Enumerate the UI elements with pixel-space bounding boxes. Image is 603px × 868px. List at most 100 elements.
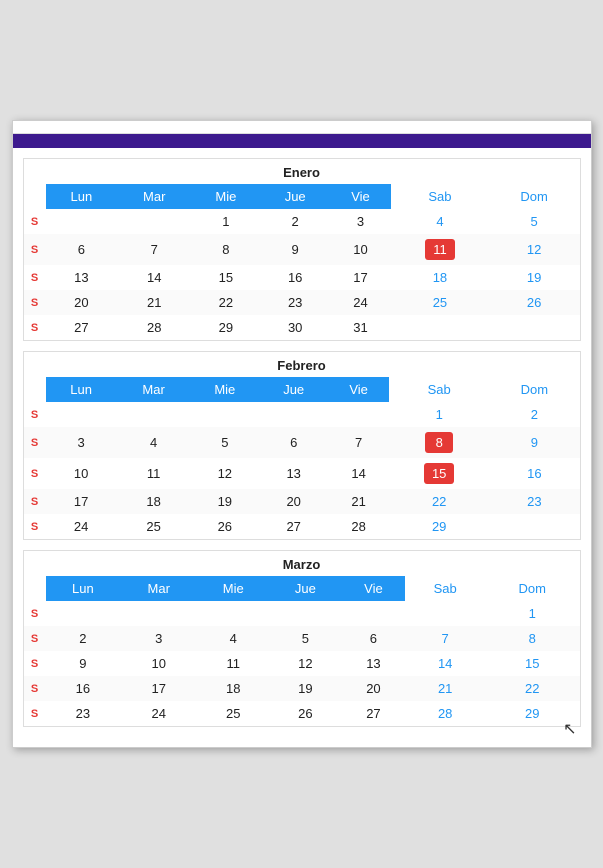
cal-cell[interactable]: 21 [117, 290, 191, 315]
holiday-badge[interactable]: 8 [425, 432, 453, 453]
cal-cell[interactable] [259, 402, 328, 427]
cal-cell[interactable]: 31 [330, 315, 391, 340]
cal-cell[interactable]: 11 [117, 458, 191, 489]
holiday-badge[interactable]: 11 [425, 239, 455, 260]
cal-cell[interactable] [391, 315, 489, 340]
cal-cell[interactable]: 6 [46, 234, 118, 265]
cal-cell[interactable]: 15 [389, 458, 489, 489]
cal-cell[interactable]: 8 [485, 626, 580, 651]
cal-cell[interactable]: 11 [391, 234, 489, 265]
cal-cell[interactable]: 14 [328, 458, 389, 489]
cal-cell[interactable]: 27 [46, 315, 118, 340]
calendar-scroll[interactable]: EneroLunMarMieJueVieSabDomS12345S6789101… [13, 148, 591, 747]
cal-cell[interactable]: 5 [489, 209, 580, 234]
cal-cell[interactable]: 28 [117, 315, 191, 340]
cal-cell[interactable]: 20 [259, 489, 328, 514]
cal-cell[interactable]: 30 [261, 315, 330, 340]
cal-cell[interactable]: 7 [117, 234, 191, 265]
cal-cell[interactable]: 20 [46, 290, 118, 315]
cal-cell[interactable]: 18 [391, 265, 489, 290]
cal-cell[interactable]: 2 [489, 402, 579, 427]
cal-cell[interactable]: 26 [489, 290, 580, 315]
cal-cell[interactable]: 25 [197, 701, 269, 726]
cal-cell[interactable]: 3 [46, 427, 117, 458]
cal-cell[interactable]: 18 [117, 489, 191, 514]
cal-cell[interactable]: 16 [261, 265, 330, 290]
cal-cell[interactable] [269, 601, 341, 626]
cal-cell[interactable]: 4 [117, 427, 191, 458]
cal-cell[interactable]: 3 [120, 626, 197, 651]
cal-cell[interactable] [46, 209, 118, 234]
cal-cell[interactable]: 7 [328, 427, 389, 458]
cal-cell[interactable]: 1 [389, 402, 489, 427]
cal-cell[interactable]: 9 [261, 234, 330, 265]
cal-cell[interactable]: 5 [190, 427, 259, 458]
cal-cell[interactable]: 7 [405, 626, 485, 651]
cal-cell[interactable]: 3 [330, 209, 391, 234]
cal-cell[interactable]: 27 [341, 701, 405, 726]
cal-cell[interactable]: 17 [46, 489, 117, 514]
cal-cell[interactable]: 8 [389, 427, 489, 458]
holiday-badge[interactable]: 15 [424, 463, 454, 484]
cal-cell[interactable]: 12 [489, 234, 580, 265]
cal-cell[interactable]: 17 [120, 676, 197, 701]
cal-cell[interactable]: 2 [46, 626, 121, 651]
cal-cell[interactable]: 24 [330, 290, 391, 315]
cal-cell[interactable]: 20 [341, 676, 405, 701]
cal-cell[interactable]: 21 [328, 489, 389, 514]
cal-cell[interactable]: 6 [341, 626, 405, 651]
cal-cell[interactable]: 23 [261, 290, 330, 315]
cal-cell[interactable] [489, 315, 580, 340]
cal-cell[interactable] [328, 402, 389, 427]
cal-cell[interactable]: 13 [259, 458, 328, 489]
cal-cell[interactable]: 25 [117, 514, 191, 539]
cal-cell[interactable]: 17 [330, 265, 391, 290]
cal-cell[interactable] [117, 402, 191, 427]
cal-cell[interactable]: 26 [190, 514, 259, 539]
cal-cell[interactable]: 12 [190, 458, 259, 489]
cal-cell[interactable]: 27 [259, 514, 328, 539]
cal-cell[interactable] [46, 601, 121, 626]
cal-cell[interactable] [120, 601, 197, 626]
cal-cell[interactable]: 11 [197, 651, 269, 676]
cal-cell[interactable]: 19 [489, 265, 580, 290]
cal-cell[interactable]: 23 [489, 489, 579, 514]
cal-cell[interactable]: 28 [328, 514, 389, 539]
cal-cell[interactable]: 16 [46, 676, 121, 701]
cal-cell[interactable]: 19 [190, 489, 259, 514]
cal-cell[interactable] [341, 601, 405, 626]
cal-cell[interactable]: 28 [405, 701, 485, 726]
cal-cell[interactable]: 2 [261, 209, 330, 234]
cal-cell[interactable]: 10 [330, 234, 391, 265]
cal-cell[interactable]: 25 [391, 290, 489, 315]
cal-cell[interactable]: 14 [117, 265, 191, 290]
cal-cell[interactable]: 22 [485, 676, 580, 701]
cal-cell[interactable] [489, 514, 579, 539]
cal-cell[interactable]: 8 [191, 234, 260, 265]
cal-cell[interactable] [117, 209, 191, 234]
cal-cell[interactable] [405, 601, 485, 626]
cal-cell[interactable]: 26 [269, 701, 341, 726]
cal-cell[interactable]: 15 [191, 265, 260, 290]
cal-cell[interactable]: 24 [46, 514, 117, 539]
cal-cell[interactable]: 29 [389, 514, 489, 539]
cal-cell[interactable]: 13 [341, 651, 405, 676]
cal-cell[interactable]: 21 [405, 676, 485, 701]
cal-cell[interactable] [197, 601, 269, 626]
cal-cell[interactable] [46, 402, 117, 427]
cal-cell[interactable]: 16 [489, 458, 579, 489]
cal-cell[interactable]: 6 [259, 427, 328, 458]
cal-cell[interactable]: 24 [120, 701, 197, 726]
cal-cell[interactable]: 29 [485, 701, 580, 726]
cal-cell[interactable]: 10 [120, 651, 197, 676]
cal-cell[interactable]: 1 [485, 601, 580, 626]
cal-cell[interactable]: 14 [405, 651, 485, 676]
cal-cell[interactable]: 22 [191, 290, 260, 315]
cal-cell[interactable]: 4 [391, 209, 489, 234]
cal-cell[interactable] [190, 402, 259, 427]
cal-cell[interactable]: 29 [191, 315, 260, 340]
cal-cell[interactable]: 15 [485, 651, 580, 676]
cal-cell[interactable]: 22 [389, 489, 489, 514]
cal-cell[interactable]: 4 [197, 626, 269, 651]
cal-cell[interactable]: 13 [46, 265, 118, 290]
